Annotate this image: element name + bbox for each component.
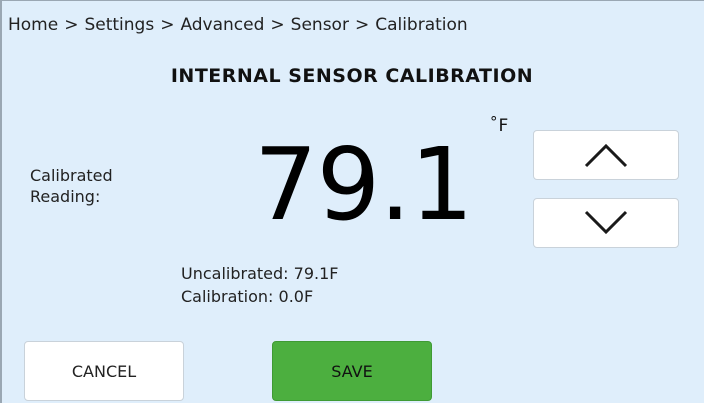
breadcrumb-item-advanced[interactable]: Advanced — [180, 15, 264, 35]
decrease-button[interactable] — [533, 198, 679, 248]
breadcrumb-separator: > — [270, 15, 285, 35]
breadcrumb-separator: > — [160, 15, 175, 35]
increase-button[interactable] — [533, 130, 679, 180]
temperature-unit: °F — [490, 113, 508, 136]
breadcrumb-separator: > — [354, 15, 370, 35]
breadcrumb-item-settings[interactable]: Settings — [84, 15, 154, 35]
page-title: INTERNAL SENSOR CALIBRATION — [170, 65, 534, 87]
breadcrumb-separator: > — [64, 15, 79, 35]
calibration-offset: Calibration: 0.0F — [181, 287, 314, 306]
unit-label: F — [498, 116, 509, 136]
reading-label-line2: Reading: — [30, 187, 101, 206]
degree-symbol: ° — [490, 113, 498, 131]
breadcrumb-item-sensor[interactable]: Sensor — [291, 15, 349, 35]
cancel-button[interactable]: CANCEL — [24, 341, 184, 401]
calibrated-reading-label: Calibrated Reading: — [30, 165, 150, 207]
breadcrumb: Home > Settings > Advanced > Sensor > Calibratio… — [8, 15, 468, 35]
breadcrumb-item-home[interactable]: Home — [8, 15, 58, 35]
breadcrumb-item-calibration: Calibration — [375, 15, 468, 35]
save-button[interactable]: SAVE — [272, 341, 432, 401]
reading-label-line1: Calibrated — [30, 166, 113, 185]
calibrated-reading-value: 79.1 — [254, 126, 474, 243]
calibration-info: Uncalibrated: 79.1F Calibration: 0.0F — [181, 262, 338, 308]
chevron-up-icon — [584, 143, 628, 168]
uncalibrated-value: Uncalibrated: 79.1F — [181, 264, 339, 283]
chevron-down-icon — [584, 210, 628, 235]
